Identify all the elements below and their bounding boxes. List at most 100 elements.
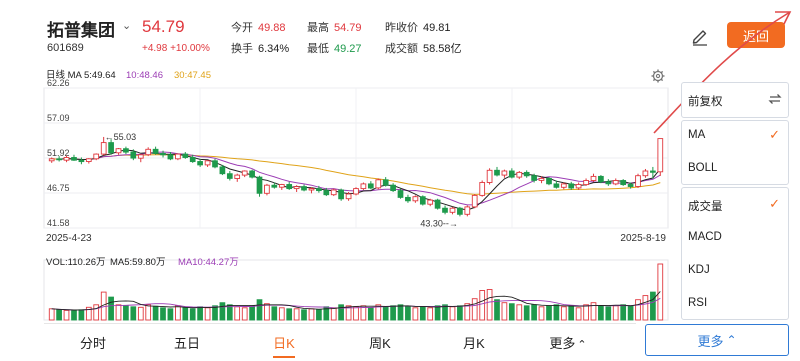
- candle-body: [605, 181, 612, 185]
- kline-chart[interactable]: 62.26 57.09 51.92 46.75 41.58 日线 MA 5:49.64 10…: [0, 64, 672, 322]
- volume-ma10-legend: MA10:44.27万: [178, 257, 239, 268]
- sub-indicator-成交量[interactable]: 成交量 ✓: [682, 196, 788, 216]
- volume-bar: [293, 308, 300, 321]
- candle-body: [382, 179, 389, 186]
- current-price: 54.79: [142, 17, 185, 36]
- gear-tooth: [652, 70, 656, 74]
- quote-prev-label: 昨收价: [385, 22, 418, 34]
- quote-amount-value: 58.58亿: [423, 43, 462, 55]
- edit-icon[interactable]: [690, 26, 710, 46]
- candle-body: [479, 182, 486, 196]
- volume-bar: [271, 306, 278, 321]
- volume-bar: [523, 305, 530, 321]
- gear-ring: [652, 70, 664, 82]
- volume-bar: [605, 306, 612, 321]
- tab-five-day[interactable]: 五日: [174, 333, 200, 352]
- quote-low: 最低 49.27: [307, 40, 362, 56]
- back-button[interactable]: 返回: [727, 22, 785, 48]
- tab-monthly-k[interactable]: 月K: [463, 333, 485, 352]
- candle-body: [323, 190, 330, 196]
- volume-bar: [286, 308, 293, 321]
- volume-bar: [501, 302, 508, 321]
- checkmark-icon: ✓: [769, 127, 780, 142]
- volume-bar: [48, 308, 55, 321]
- candle-body: [249, 170, 255, 178]
- switch-icon[interactable]: [768, 92, 782, 111]
- candle-body: [160, 152, 166, 156]
- adjust-selector[interactable]: 前复权: [681, 82, 789, 118]
- indicator-ma[interactable]: MA ✓: [682, 127, 788, 147]
- low-price-annotation: 43.30--→: [420, 218, 458, 228]
- volume-bar: [419, 306, 426, 321]
- volume-bar: [620, 304, 627, 321]
- candle-body: [412, 196, 419, 202]
- candle-body: [197, 161, 203, 166]
- volume-bar: [516, 304, 523, 321]
- volume-bar: [123, 305, 129, 321]
- more-indicators-label: 更多: [697, 333, 724, 349]
- more-indicators-button[interactable]: 更多 ⌃: [645, 324, 789, 356]
- volume-bar: [63, 309, 70, 321]
- candle-body: [471, 194, 478, 208]
- sub-indicator-kdj[interactable]: KDJ: [682, 262, 788, 282]
- volume-bar: [635, 299, 641, 321]
- quote-amount-label: 成交额: [385, 43, 418, 55]
- volume-bar: [204, 307, 211, 321]
- tab-daily-k[interactable]: 日K: [273, 333, 295, 352]
- volume-bar: [308, 308, 315, 321]
- volume-bar: [367, 307, 374, 321]
- tab-more[interactable]: 更多 ⌃: [549, 333, 586, 352]
- candle-body: [494, 169, 500, 176]
- candle-body: [293, 186, 300, 190]
- candle-body: [278, 184, 285, 188]
- volume-bar: [382, 306, 389, 321]
- gear-center: [655, 73, 661, 79]
- quote-open-value: 49.88: [258, 22, 286, 34]
- indicator-boll[interactable]: BOLL: [682, 160, 788, 180]
- candle-body: [212, 160, 218, 168]
- volume-bar: [412, 307, 419, 321]
- volume-bar: [197, 306, 203, 321]
- candle-body: [405, 196, 411, 202]
- tab-intraday[interactable]: 分时: [80, 333, 106, 352]
- candle-body: [182, 153, 189, 158]
- candle-body: [56, 158, 62, 161]
- candle-body: [204, 160, 211, 166]
- volume-bar: [115, 304, 122, 321]
- candle-body: [419, 196, 426, 205]
- candle-body: [241, 170, 248, 176]
- candle-body: [538, 177, 545, 181]
- ma10-legend: 10:48.46: [126, 70, 163, 81]
- sub-indicator-label: 成交量: [688, 201, 723, 213]
- stock-switch-dropdown[interactable]: ⌄: [122, 19, 131, 32]
- candle-body: [508, 170, 515, 178]
- candle-body: [635, 175, 641, 187]
- quote-open: 今开 49.88: [231, 19, 286, 35]
- quote-high-label: 最高: [307, 22, 329, 34]
- candle-body: [560, 183, 567, 188]
- tab-more-label: 更多: [549, 336, 576, 351]
- candle-body: [234, 174, 241, 179]
- candle-body: [590, 175, 597, 181]
- candle-body: [93, 153, 100, 160]
- volume-bar: [390, 305, 396, 321]
- volume-bar: [405, 306, 411, 321]
- candle-body: [226, 173, 233, 179]
- quote-low-value: 49.27: [334, 43, 362, 55]
- sub-indicator-rsi[interactable]: RSI: [682, 295, 788, 315]
- sub-indicator-macd[interactable]: MACD: [682, 229, 788, 249]
- volume-bar: [546, 305, 552, 321]
- volume-bar: [264, 303, 270, 321]
- quote-amount: 成交额 58.58亿: [385, 40, 462, 56]
- candle-body: [256, 176, 263, 194]
- y-tick-label: 46.75: [47, 183, 70, 193]
- ma30-legend: 30:47.45: [174, 70, 211, 81]
- volume-bar: [449, 306, 456, 321]
- candle-body: [330, 189, 337, 196]
- volume-bar: [130, 306, 137, 321]
- tab-weekly-k[interactable]: 周K: [369, 333, 391, 352]
- candle-body: [85, 158, 92, 162]
- volume-bar: [241, 307, 248, 321]
- volume-bar: [212, 305, 218, 321]
- candle-body: [189, 157, 196, 163]
